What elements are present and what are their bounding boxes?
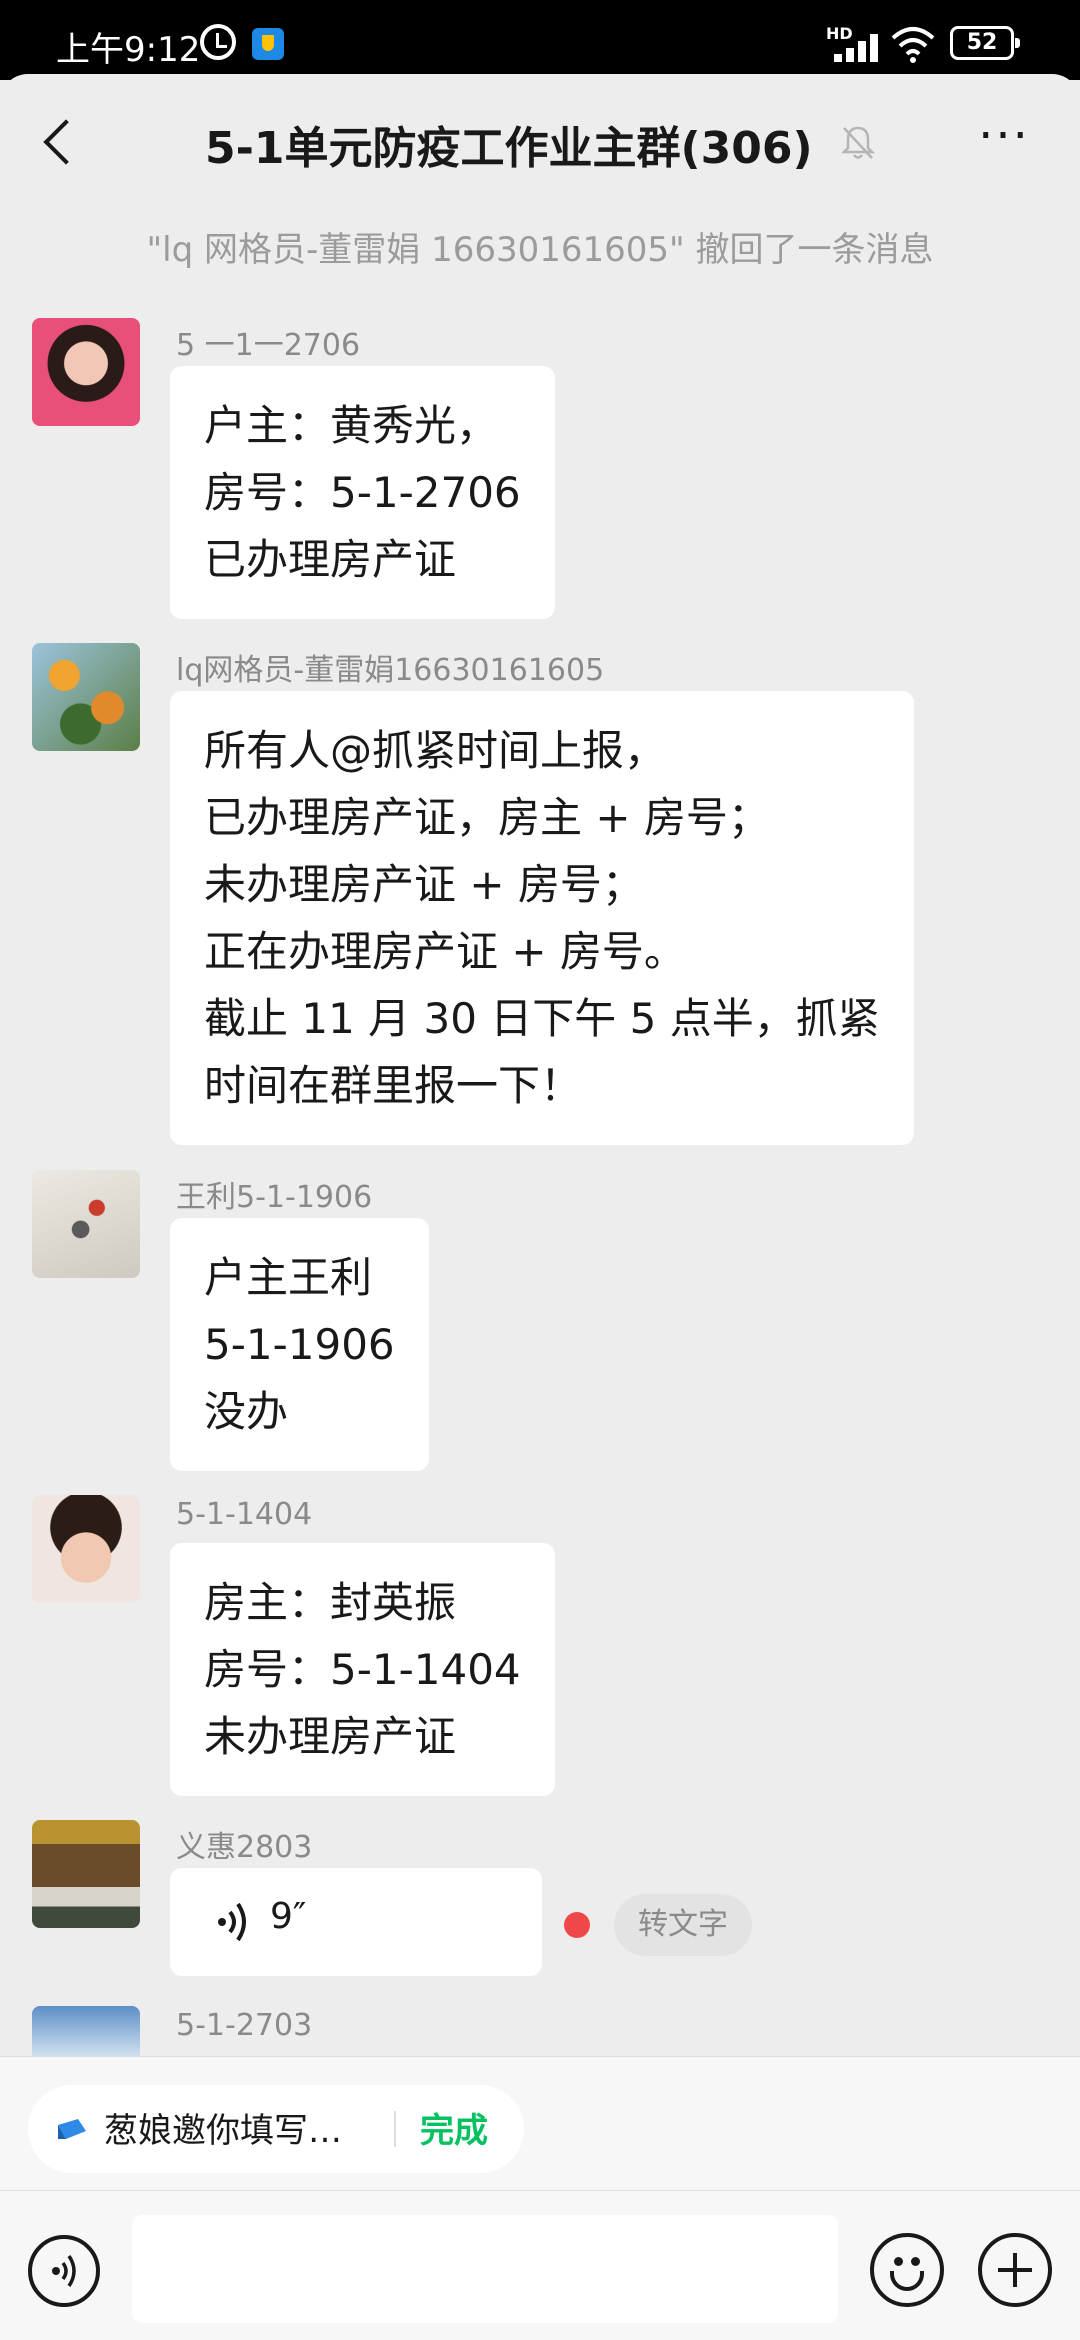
message-line: 所有人@抓紧时间上报， bbox=[204, 726, 667, 775]
status-bar: 上午9:12 HD 52 bbox=[0, 0, 1080, 80]
wifi-icon bbox=[891, 27, 935, 63]
chat-header: 5-1单元防疫工作业主群(306) ··· bbox=[0, 74, 1080, 210]
muted-bell-icon bbox=[840, 126, 876, 159]
sender-name: 5-1-1404 bbox=[176, 1497, 313, 1532]
message-bubble[interactable]: 户主王利 5-1-1906 没办 bbox=[170, 1218, 429, 1471]
message-bubble[interactable]: 户主：黄秀光， 房号：5-1-2706 已办理房产证 bbox=[170, 366, 555, 619]
message-line: 没办 bbox=[204, 1387, 289, 1436]
message-line: 户主：黄秀光， bbox=[204, 401, 499, 450]
message-line: 正在办理房产证 + 房号。 bbox=[204, 927, 686, 976]
sender-name: 5-1-2703 bbox=[176, 2008, 313, 2043]
recall-notice: "lq 网格员-董雷娟 16630161605" 撤回了一条消息 bbox=[146, 230, 934, 270]
voice-input-toggle[interactable] bbox=[28, 2235, 100, 2307]
voice-wave-icon bbox=[218, 1902, 246, 1942]
sender-name: 王利5-1-1906 bbox=[176, 1180, 373, 1215]
unplayed-dot bbox=[564, 1912, 590, 1938]
voice-wave-icon bbox=[52, 2255, 76, 2287]
avatar[interactable] bbox=[32, 1170, 140, 1278]
signal-icon bbox=[834, 32, 878, 62]
avatar[interactable] bbox=[32, 318, 140, 426]
voice-message-bubble[interactable]: 9″ bbox=[170, 1868, 542, 1976]
form-icon bbox=[58, 2119, 86, 2139]
message-line: 房号：5-1-2706 bbox=[204, 468, 521, 517]
divider bbox=[394, 2111, 396, 2147]
plus-icon[interactable] bbox=[978, 2233, 1052, 2307]
task-pill[interactable]: 葱娘邀你填写… 完成 bbox=[28, 2085, 524, 2173]
more-options-icon[interactable]: ··· bbox=[972, 112, 1036, 174]
task-text: 葱娘邀你填写… bbox=[104, 2111, 342, 2151]
status-time: 上午9:12 bbox=[56, 30, 201, 70]
message-bubble[interactable]: 所有人@抓紧时间上报， 已办理房产证，房主 + 房号； 未办理房产证 + 房号；… bbox=[170, 691, 914, 1145]
input-bar bbox=[0, 2190, 1080, 2340]
message-line: 截止 11 月 30 日下午 5 点半，抓紧 bbox=[204, 994, 880, 1043]
emoji-icon[interactable] bbox=[870, 2233, 944, 2307]
avatar[interactable] bbox=[32, 2006, 140, 2056]
avatar[interactable] bbox=[32, 1820, 140, 1928]
message-line: 房主：封英振 bbox=[204, 1578, 457, 1627]
security-shield-icon bbox=[252, 28, 284, 60]
message-line: 已办理房产证，房主 + 房号； bbox=[204, 793, 770, 842]
done-button[interactable]: 完成 bbox=[420, 2103, 488, 2152]
sender-name: 义惠2803 bbox=[176, 1830, 313, 1865]
message-input[interactable] bbox=[132, 2215, 838, 2323]
message-bubble[interactable]: 房主：封英振 房号：5-1-1404 未办理房产证 bbox=[170, 1543, 555, 1796]
avatar[interactable] bbox=[32, 1495, 140, 1603]
convert-to-text-button[interactable]: 转文字 bbox=[614, 1894, 752, 1956]
sender-name: 5 一1一2706 bbox=[176, 328, 361, 363]
message-line: 5-1-1906 bbox=[204, 1320, 395, 1369]
message-line: 房号：5-1-1404 bbox=[204, 1645, 521, 1694]
back-arrow-icon[interactable] bbox=[36, 118, 84, 166]
sender-name: lq网格员-董雷娟16630161605 bbox=[176, 653, 605, 688]
alarm-icon bbox=[200, 24, 236, 60]
message-line: 未办理房产证 + 房号； bbox=[204, 860, 644, 909]
battery-icon: 52 bbox=[950, 26, 1020, 60]
message-line: 已办理房产证 bbox=[204, 535, 457, 584]
message-line: 时间在群里报一下！ bbox=[204, 1061, 583, 1110]
chat-title: 5-1单元防疫工作业主群(306) bbox=[205, 123, 813, 174]
voice-duration: 9″ bbox=[270, 1896, 307, 1937]
message-line: 未办理房产证 bbox=[204, 1712, 457, 1761]
avatar[interactable] bbox=[32, 643, 140, 751]
message-line: 户主王利 bbox=[204, 1253, 373, 1302]
